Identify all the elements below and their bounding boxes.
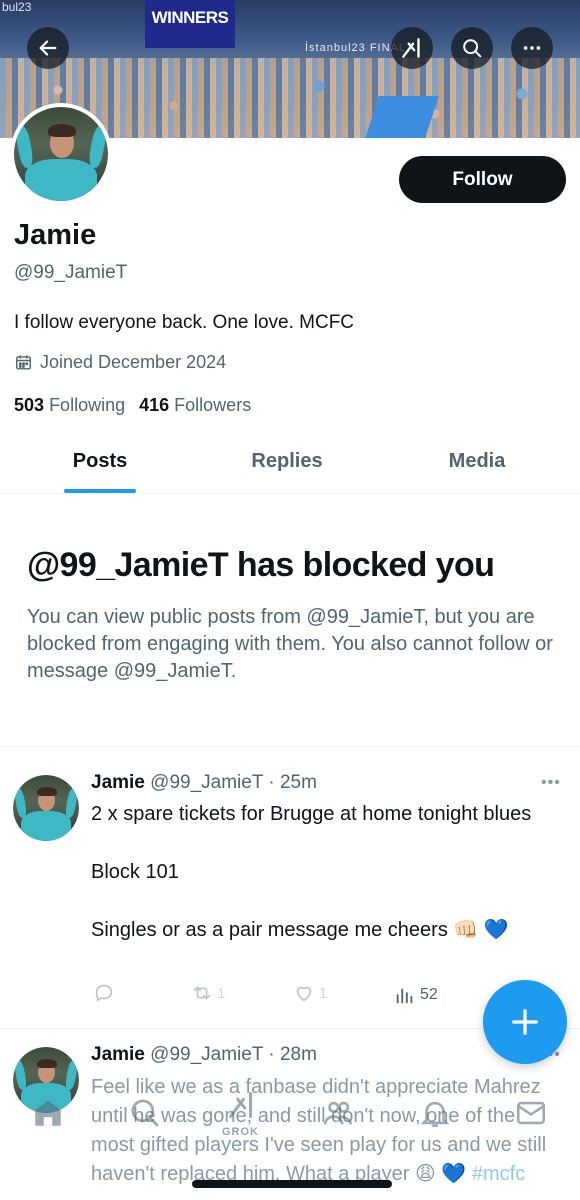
grok-label: GROK — [222, 1126, 259, 1138]
profile-stats: 503 Following 416 Followers — [14, 395, 251, 416]
tab-media[interactable]: Media — [374, 430, 580, 493]
like-count: 1 — [319, 984, 328, 1002]
profile-name: Jamie — [14, 219, 97, 251]
search-icon — [463, 39, 482, 58]
post-line: 2 x spare tickets for Brugge at home ton… — [91, 803, 532, 825]
post-text: 2 x spare tickets for Brugge at home ton… — [91, 800, 551, 945]
post-line: Block 101 — [91, 861, 179, 883]
profile-handle: @99_JamieT — [14, 262, 128, 283]
followers-label: Followers — [174, 395, 252, 415]
views-action[interactable]: 52 — [394, 984, 438, 1006]
calendar-icon — [16, 355, 31, 370]
followers-link[interactable]: 416 Followers — [139, 395, 251, 415]
tab-label: Posts — [72, 450, 128, 472]
tab-replies[interactable]: Replies — [200, 430, 374, 493]
post-author[interactable]: Jamie — [91, 772, 145, 793]
blocked-title: @99_JamieT has blocked you — [27, 546, 495, 584]
post-header: Jamie @99_JamieT · 25m — [91, 772, 317, 794]
blocked-description: You can view public posts from @99_Jamie… — [27, 606, 553, 682]
joined-text: Joined December 2024 — [40, 352, 227, 372]
profile-joined: Joined December 2024 — [14, 352, 226, 373]
tab-posts[interactable]: Posts — [0, 430, 200, 493]
profile-bio: I follow everyone back. One love. MCFC — [14, 312, 355, 333]
post-avatar[interactable] — [13, 775, 79, 841]
search-icon[interactable] — [128, 1096, 162, 1130]
banner-sign: WINNERS — [145, 0, 235, 48]
search-button[interactable] — [451, 27, 493, 69]
tab-label: Media — [448, 450, 506, 472]
repost-icon — [193, 986, 211, 1000]
followers-count: 416 — [139, 395, 170, 415]
post-more-icon[interactable]: ••• — [541, 774, 561, 792]
post-line: Singles or as a pair message me cheers 👊… — [91, 919, 509, 941]
reply-icon — [95, 984, 113, 1002]
back-button[interactable] — [27, 27, 69, 69]
communities-icon[interactable] — [321, 1096, 355, 1130]
grok-icon[interactable] — [225, 1088, 259, 1122]
messages-icon[interactable] — [514, 1096, 548, 1130]
banner-corner-text: bul23 — [2, 0, 32, 14]
grok-button[interactable] — [391, 27, 433, 69]
home-indicator — [192, 1180, 392, 1188]
post-header: Jamie @99_JamieT · 28m — [91, 1044, 317, 1066]
following-link[interactable]: 503 Following — [14, 395, 125, 415]
repost-action[interactable]: 1 — [191, 982, 225, 1004]
views-count: 52 — [420, 986, 438, 1003]
like-action[interactable]: 1 — [293, 982, 327, 1004]
following-count: 503 — [14, 395, 45, 415]
more-horizontal-icon — [523, 46, 541, 50]
avatar-photo — [14, 107, 108, 201]
divider — [0, 746, 580, 747]
post-meta: @99_JamieT · 25m — [150, 772, 317, 793]
more-button[interactable] — [511, 27, 553, 69]
compose-button[interactable] — [483, 980, 567, 1064]
profile-avatar[interactable] — [10, 103, 112, 205]
post-author[interactable]: Jamie — [91, 1044, 145, 1065]
heart-icon — [296, 986, 312, 1002]
post-actions: 1 1 — [91, 982, 531, 1010]
plus-icon — [512, 1009, 538, 1035]
profile-tabs: Posts Replies Media — [0, 430, 580, 494]
views-chart-icon — [396, 988, 413, 1004]
avatar-photo — [13, 775, 79, 841]
follow-button[interactable]: Follow — [399, 156, 566, 203]
reply-action[interactable] — [93, 982, 115, 1004]
repost-count: 1 — [217, 984, 226, 1002]
arrow-left-icon — [39, 40, 57, 56]
grok-icon — [402, 38, 420, 58]
home-icon[interactable] — [31, 1096, 65, 1130]
notifications-icon[interactable] — [418, 1096, 452, 1130]
post-meta: @99_JamieT · 28m — [150, 1044, 317, 1065]
active-tab-indicator — [64, 489, 136, 493]
tab-label: Replies — [251, 450, 323, 472]
following-label: Following — [49, 395, 126, 415]
